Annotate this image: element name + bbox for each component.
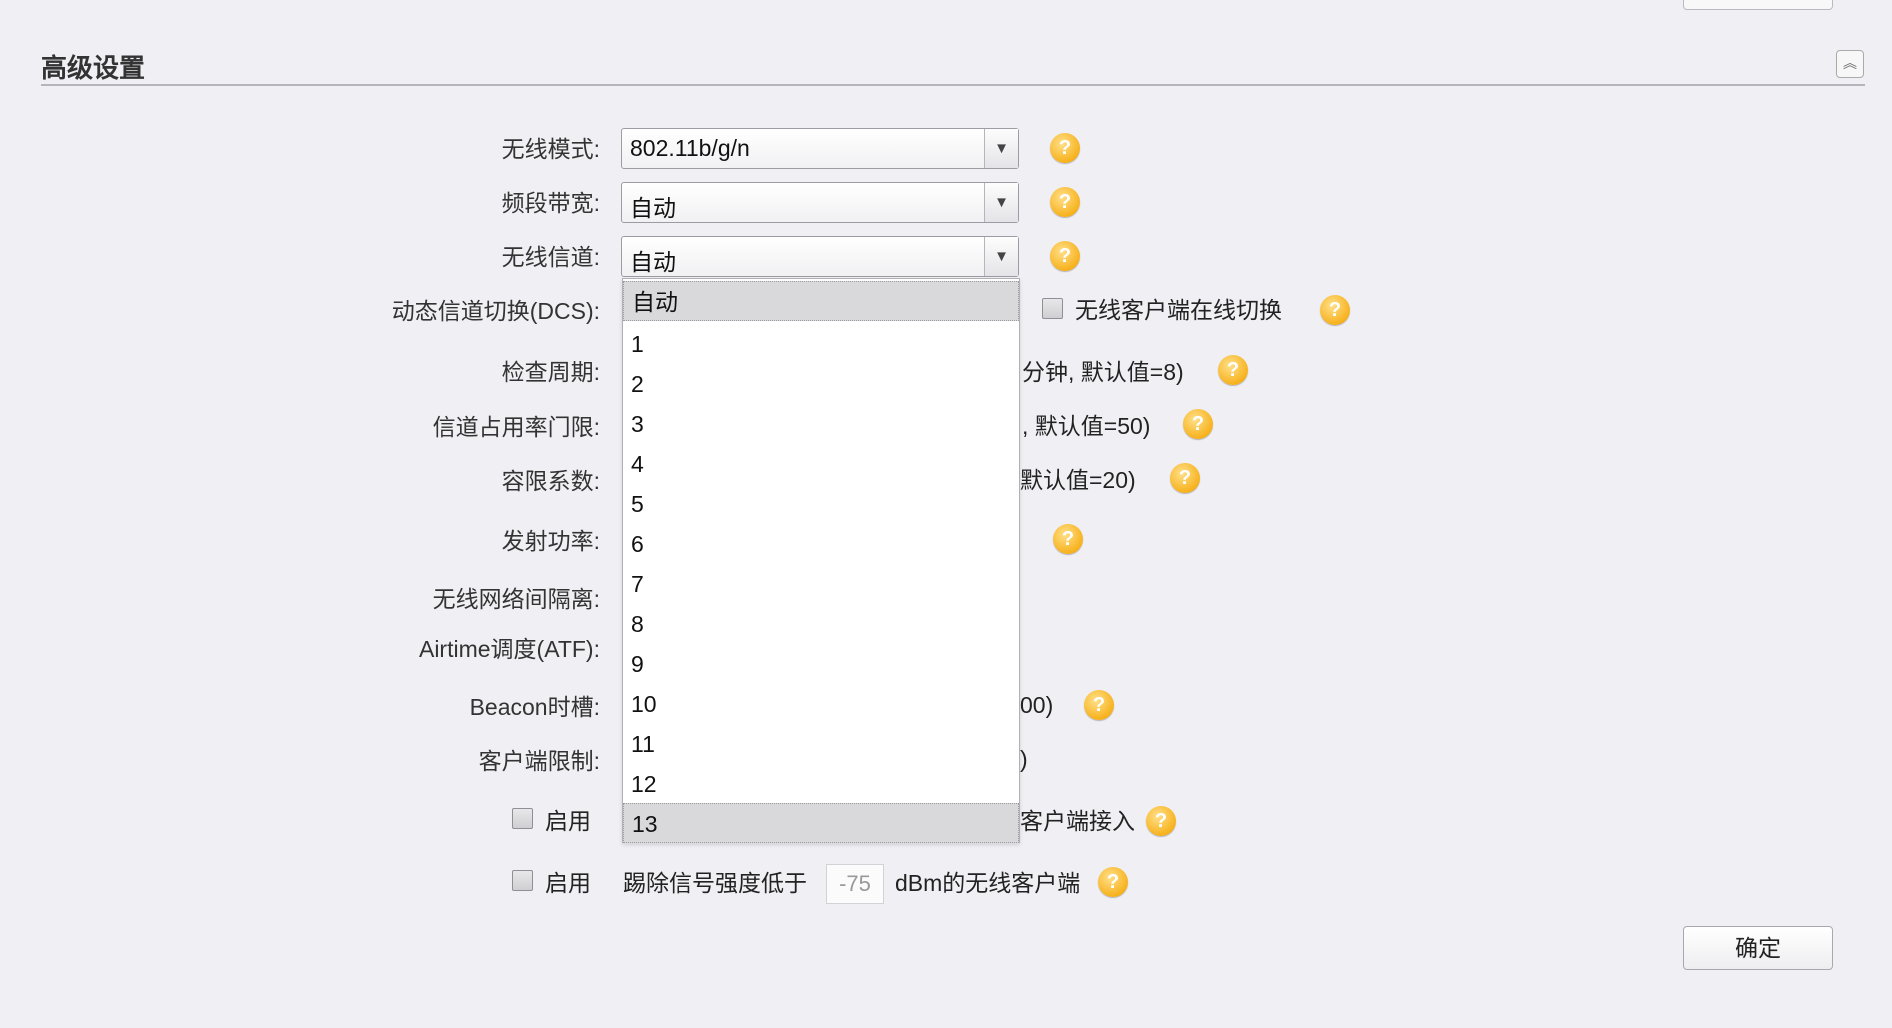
channel-option[interactable]: 1 xyxy=(623,324,1019,364)
client-limit-label: 客户端限制: xyxy=(0,746,600,776)
channel-dropdown-list[interactable]: 自动 1 2 3 4 5 6 7 8 9 10 11 12 13 xyxy=(622,278,1020,843)
collapse-button[interactable]: ︽ xyxy=(1836,50,1864,78)
channel-option[interactable]: 7 xyxy=(623,564,1019,604)
help-icon[interactable]: ? xyxy=(1084,690,1114,720)
occupancy-label: 信道占用率门限: xyxy=(0,412,600,442)
channel-label: 无线信道: xyxy=(0,242,600,272)
channel-option[interactable]: 自动 xyxy=(623,281,1019,321)
kick-text-before: 踢除信号强度低于 xyxy=(623,868,807,898)
dcs-checkbox-label: 无线客户端在线切换 xyxy=(1075,295,1282,325)
tx-power-label: 发射功率: xyxy=(0,526,600,556)
bandwidth-label: 频段带宽: xyxy=(0,188,600,218)
help-icon[interactable]: ? xyxy=(1050,241,1080,271)
dcs-checkbox[interactable] xyxy=(1042,298,1063,319)
double-chevron-up-icon: ︽ xyxy=(1843,55,1857,71)
channel-option[interactable]: 12 xyxy=(623,764,1019,804)
kick-text-after: dBm的无线客户端 xyxy=(895,868,1080,898)
section-title: 高级设置 xyxy=(41,48,145,85)
chevron-down-icon[interactable]: ▼ xyxy=(984,237,1018,276)
section-divider xyxy=(41,84,1865,86)
channel-option[interactable]: 13 xyxy=(623,803,1019,843)
channel-select[interactable]: 自动 ▼ xyxy=(621,236,1019,277)
channel-option[interactable]: 8 xyxy=(623,604,1019,644)
help-icon[interactable]: ? xyxy=(1183,409,1213,439)
atf-label: Airtime调度(ATF): xyxy=(0,634,600,664)
beacon-suffix: 00) xyxy=(1020,690,1053,720)
enable-label-2: 启用 xyxy=(545,868,591,898)
bandwidth-select[interactable]: 自动 ▼ xyxy=(621,182,1019,223)
channel-value: 自动 xyxy=(630,243,676,277)
help-icon[interactable]: ? xyxy=(1218,355,1248,385)
tolerance-label: 容限系数: xyxy=(0,466,600,496)
check-period-suffix: 分钟, 默认值=8) xyxy=(1022,357,1184,387)
channel-option[interactable]: 10 xyxy=(623,684,1019,724)
dcs-label: 动态信道切换(DCS): xyxy=(0,296,600,326)
enable-label-1: 启用 xyxy=(545,806,591,836)
wireless-mode-label: 无线模式: xyxy=(0,134,600,164)
channel-option[interactable]: 4 xyxy=(623,444,1019,484)
tolerance-suffix: 默认值=20) xyxy=(1020,465,1136,495)
help-icon[interactable]: ? xyxy=(1050,187,1080,217)
channel-option[interactable]: 3 xyxy=(623,404,1019,444)
help-icon[interactable]: ? xyxy=(1146,806,1176,836)
channel-option[interactable]: 2 xyxy=(623,364,1019,404)
wireless-mode-value: 802.11b/g/n xyxy=(630,135,750,162)
channel-option[interactable]: 11 xyxy=(623,724,1019,764)
help-icon[interactable]: ? xyxy=(1050,133,1080,163)
client-limit-suffix: ) xyxy=(1020,744,1028,774)
beacon-label: Beacon时槽: xyxy=(0,692,600,722)
chevron-down-icon[interactable]: ▼ xyxy=(984,129,1018,168)
channel-option[interactable]: 5 xyxy=(623,484,1019,524)
confirm-button[interactable]: 确定 xyxy=(1683,926,1833,970)
help-icon[interactable]: ? xyxy=(1320,295,1350,325)
help-icon[interactable]: ? xyxy=(1098,867,1128,897)
occupancy-suffix: , 默认值=50) xyxy=(1022,411,1150,441)
top-button[interactable] xyxy=(1683,0,1833,10)
wireless-mode-select[interactable]: 802.11b/g/n ▼ xyxy=(621,128,1019,169)
enable-checkbox-1[interactable] xyxy=(512,808,533,829)
help-icon[interactable]: ? xyxy=(1170,463,1200,493)
check-period-label: 检查周期: xyxy=(0,357,600,387)
enable-checkbox-2[interactable] xyxy=(512,870,533,891)
isolation-label: 无线网络间隔离: xyxy=(0,584,600,614)
chevron-down-icon[interactable]: ▼ xyxy=(984,183,1018,222)
signal-threshold-input[interactable]: -75 xyxy=(826,864,884,904)
enable1-suffix: 客户端接入 xyxy=(1020,806,1135,836)
channel-option[interactable]: 6 xyxy=(623,524,1019,564)
bandwidth-value: 自动 xyxy=(630,189,676,223)
channel-option[interactable]: 9 xyxy=(623,644,1019,684)
help-icon[interactable]: ? xyxy=(1053,524,1083,554)
